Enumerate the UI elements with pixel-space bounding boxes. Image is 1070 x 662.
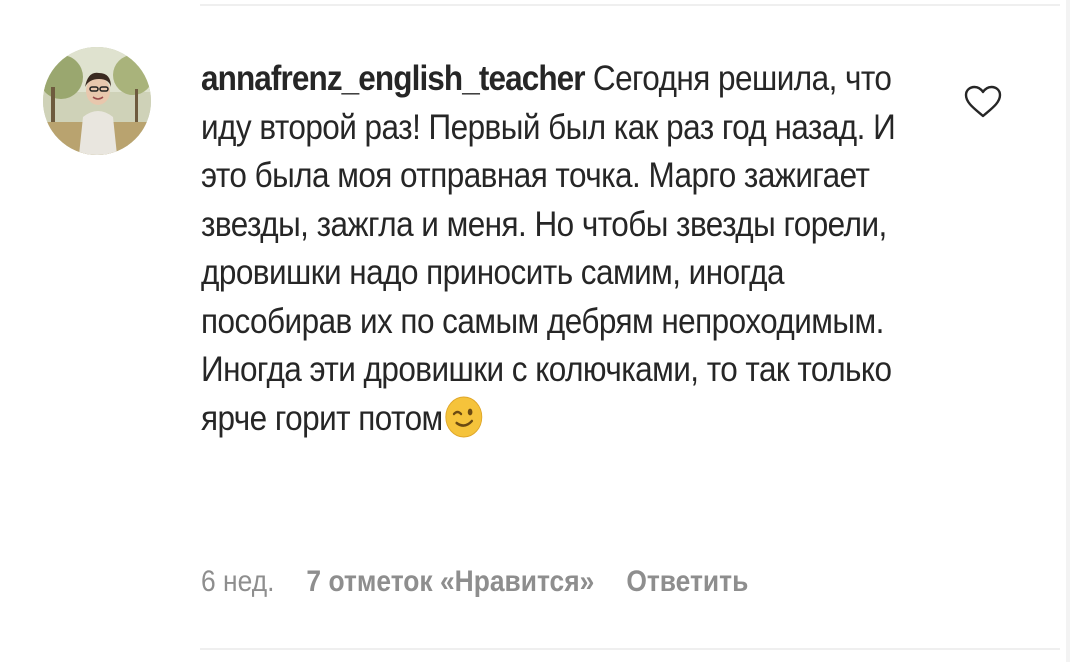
comment-likes-button[interactable]: 7 отметок «Нравится»	[306, 565, 594, 598]
comment-text: Сегодня решила, что иду второй раз! Перв…	[201, 59, 896, 438]
avatar[interactable]	[43, 47, 151, 155]
avatar-image	[43, 47, 151, 155]
top-divider	[200, 4, 1060, 6]
comment-container: annafrenz_english_teacher Сегодня решила…	[0, 0, 1070, 662]
comment-text-block: annafrenz_english_teacher Сегодня решила…	[201, 55, 939, 443]
comment-timestamp[interactable]: 6 нед.	[201, 565, 274, 598]
heart-outline-icon[interactable]	[963, 84, 1003, 120]
comment-meta-row: 6 нед. 7 отметок «Нравится» Ответить	[201, 565, 870, 599]
bottom-divider	[200, 648, 1060, 650]
right-border	[1066, 0, 1070, 662]
winking-face-emoji-icon	[444, 396, 482, 437]
comment-username[interactable]: annafrenz_english_teacher	[201, 59, 586, 98]
reply-button[interactable]: Ответить	[626, 565, 748, 598]
